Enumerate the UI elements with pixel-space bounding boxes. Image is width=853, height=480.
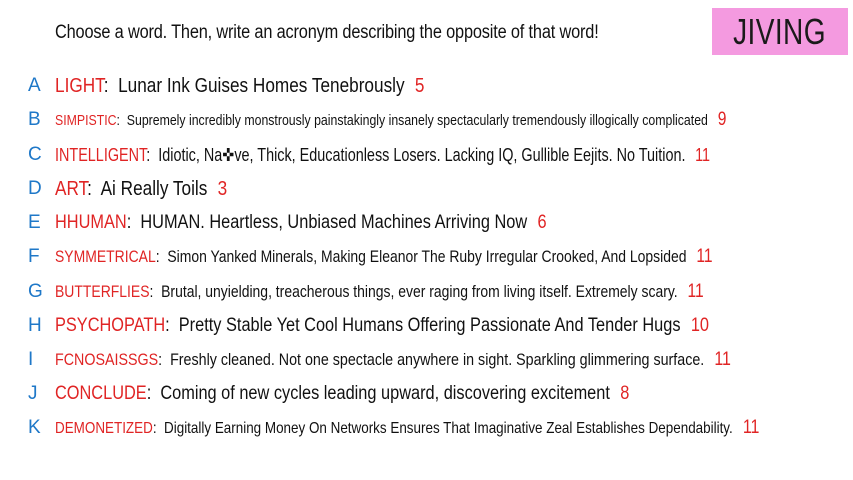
row-count: 11 [696,246,713,267]
row-word: DEMONETIZED [55,420,153,437]
row-letter: B [28,109,41,130]
row-word: BUTTERFLIES [55,282,150,301]
row-count: 11 [687,281,704,302]
row-acronym: Freshly cleaned. Not one spectacle anywh… [170,350,705,369]
row-line: DEMONETIZED: Digitally Earning Money On … [55,417,760,438]
prompt-text: Choose a word. Then, write an acronym de… [55,22,599,43]
row-line: SYMMETRICAL: Simon Yanked Minerals, Maki… [55,246,713,267]
row-letter: J [28,383,38,404]
row-line: HHUMAN: HUMAN. Heartless, Unbiased Machi… [55,212,547,233]
row-acronym: Pretty Stable Yet Cool Humans Offering P… [178,315,681,336]
list-item: E HHUMAN: HUMAN. Heartless, Unbiased Mac… [0,209,853,237]
row-letter: K [28,417,41,438]
list-item: I FCNOSAISSGS: Freshly cleaned. Not one … [0,346,853,374]
list-item: A LIGHT: Lunar Ink Guises Homes Tenebrou… [0,72,853,100]
row-count: 11 [714,349,731,370]
row-word: ART [55,178,88,200]
row-acronym: Digitally Earning Money On Networks Ensu… [164,420,733,437]
row-word: SYMMETRICAL [55,247,156,266]
row-count: 11 [742,417,760,438]
row-count: 8 [620,383,630,404]
list-item: C INTELLIGENT: Idiotic, Na✜ve, Thick, Ed… [0,141,853,169]
row-letter: D [28,178,42,199]
row-acronym: Lunar Ink Guises Homes Tenebrously [118,75,405,97]
row-acronym: HUMAN. Heartless, Unbiased Machines Arri… [140,212,528,233]
list-item: H PSYCHOPATH: Pretty Stable Yet Cool Hum… [0,312,853,340]
row-line: SIMPISTIC: Supremely incredibly monstrou… [55,109,727,130]
row-count: 10 [690,315,710,336]
row-acronym: Idiotic, Na✜ve, Thick, Educationless Los… [158,145,686,165]
row-count: 3 [217,178,228,200]
row-line: BUTTERFLIES: Brutal, unyielding, treache… [55,281,704,302]
list-item: D ART: Ai Really Toils 3 [0,175,853,203]
badge-label: JIVING [733,10,827,52]
row-letter: F [28,246,40,267]
row-word: SIMPISTIC [55,112,117,129]
row-count: 11 [695,145,711,165]
row-letter: A [28,75,41,96]
row-acronym: Coming of new cycles leading upward, dis… [160,383,610,404]
row-line: FCNOSAISSGS: Freshly cleaned. Not one sp… [55,349,731,370]
row-count: 6 [537,212,547,233]
row-letter: G [28,281,43,302]
list-item: J CONCLUDE: Coming of new cycles leading… [0,380,853,408]
row-count: 5 [414,75,425,97]
row-letter: I [28,349,34,370]
row-letter: H [28,315,42,336]
row-acronym: Ai Really Toils [100,178,208,200]
row-word: CONCLUDE [55,383,147,404]
row-word: HHUMAN [55,212,127,233]
row-word: PSYCHOPATH [55,315,166,336]
list-item: K DEMONETIZED: Digitally Earning Money O… [0,414,853,442]
row-acronym: Supremely incredibly monstrously painsta… [126,112,708,129]
jiving-badge: JIVING [712,8,848,55]
row-line: LIGHT: Lunar Ink Guises Homes Tenebrousl… [55,75,425,97]
row-word: FCNOSAISSGS [55,350,159,369]
row-letter: E [28,212,41,233]
list-item: G BUTTERFLIES: Brutal, unyielding, treac… [0,278,853,306]
row-acronym: Simon Yanked Minerals, Making Eleanor Th… [167,247,687,266]
row-letter: C [28,144,42,165]
row-line: CONCLUDE: Coming of new cycles leading u… [55,383,630,404]
row-word: LIGHT [55,75,104,97]
row-acronym: Brutal, unyielding, treacherous things, … [161,282,678,301]
list-item: B SIMPISTIC: Supremely incredibly monstr… [0,106,853,134]
row-word: INTELLIGENT [55,145,147,165]
row-line: PSYCHOPATH: Pretty Stable Yet Cool Human… [55,315,710,336]
row-count: 9 [717,109,727,130]
list-item: F SYMMETRICAL: Simon Yanked Minerals, Ma… [0,243,853,271]
row-line: ART: Ai Really Toils 3 [55,178,228,200]
row-line: INTELLIGENT: Idiotic, Na✜ve, Thick, Educ… [55,145,711,165]
